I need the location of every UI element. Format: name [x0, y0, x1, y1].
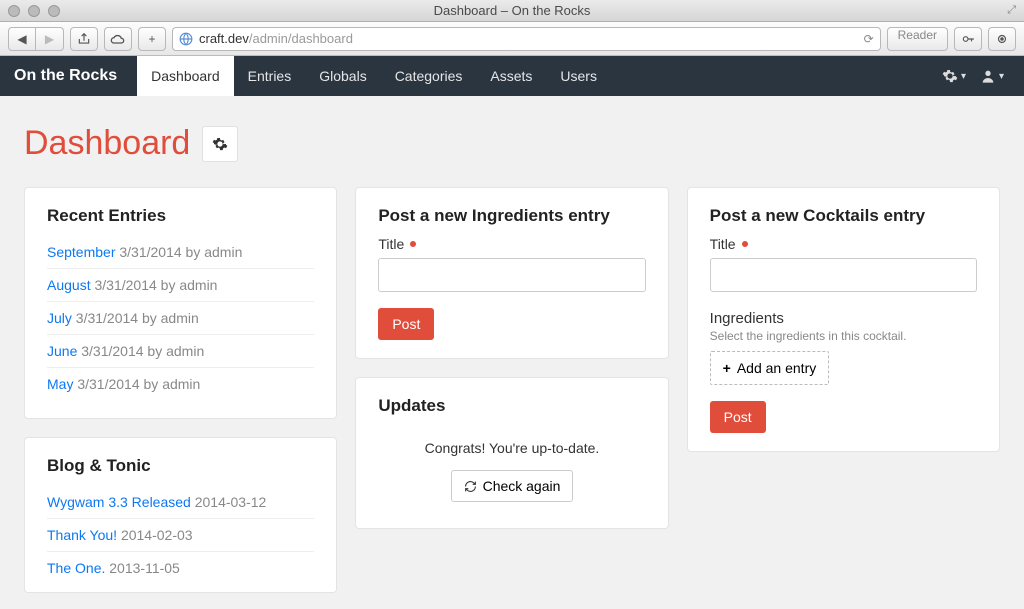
nav-tabs: Dashboard Entries Globals Categories Ass… [137, 56, 611, 96]
nav-tab-entries[interactable]: Entries [234, 56, 306, 96]
blog-link[interactable]: The One. [47, 560, 105, 576]
minimize-window-button[interactable] [28, 5, 40, 17]
ingredients-heading: Post a new Ingredients entry [378, 206, 645, 226]
ingredients-post-button[interactable]: Post [378, 308, 434, 340]
reader-button[interactable]: Reader [887, 27, 948, 51]
url-path: /admin/dashboard [249, 31, 353, 46]
cocktails-title-input[interactable] [710, 258, 977, 292]
required-indicator-icon [742, 241, 748, 247]
updates-message: Congrats! You're up-to-date. [378, 440, 645, 456]
browser-toolbar: ◀ ▶ + craft.dev/admin/dashboard ⟳ Reader [0, 22, 1024, 56]
entry-meta: 3/31/2014 by admin [77, 376, 200, 392]
fullscreen-icon[interactable]: ⤢ [1007, 4, 1016, 17]
blog-meta: 2013-11-05 [109, 560, 180, 576]
forward-button[interactable]: ▶ [36, 27, 64, 51]
list-item: August 3/31/2014 by admin [47, 268, 314, 301]
list-item: May 3/31/2014 by admin [47, 367, 314, 400]
entry-link[interactable]: June [47, 343, 77, 359]
list-item: June 3/31/2014 by admin [47, 334, 314, 367]
mac-window-chrome: Dashboard – On the Rocks ⤢ [0, 0, 1024, 22]
dashboard-grid: Recent Entries September 3/31/2014 by ad… [0, 171, 1024, 609]
close-window-button[interactable] [8, 5, 20, 17]
url-bar[interactable]: craft.dev/admin/dashboard ⟳ [172, 27, 881, 51]
blog-tonic-heading: Blog & Tonic [47, 456, 314, 476]
traffic-lights [8, 5, 60, 17]
zoom-window-button[interactable] [48, 5, 60, 17]
brand[interactable]: On the Rocks [14, 67, 117, 85]
dashboard-settings-button[interactable] [202, 126, 238, 162]
list-item: July 3/31/2014 by admin [47, 301, 314, 334]
entry-link[interactable]: September [47, 244, 115, 260]
back-button[interactable]: ◀ [8, 27, 36, 51]
updates-heading: Updates [378, 396, 645, 416]
check-again-button[interactable]: Check again [451, 470, 574, 502]
cocktails-ingredients-label: Ingredients [710, 310, 977, 327]
list-item: September 3/31/2014 by admin [47, 236, 314, 268]
entry-meta: 3/31/2014 by admin [81, 343, 204, 359]
entry-meta: 3/31/2014 by admin [76, 310, 199, 326]
recent-entries-heading: Recent Entries [47, 206, 314, 226]
share-icon[interactable] [70, 27, 98, 51]
url-host: craft.dev [199, 31, 249, 46]
cocktails-post-button[interactable]: Post [710, 401, 766, 433]
user-menu-button[interactable]: ▾ [980, 68, 1004, 84]
cloud-icon[interactable] [104, 27, 132, 51]
refresh-icon [464, 480, 477, 493]
blog-meta: 2014-02-03 [121, 527, 193, 543]
blog-link[interactable]: Wygwam 3.3 Released [47, 494, 191, 510]
nav-tab-categories[interactable]: Categories [381, 56, 477, 96]
globe-icon [179, 32, 193, 46]
cocktails-heading: Post a new Cocktails entry [710, 206, 977, 226]
list-item: Wygwam 3.3 Released 2014-03-12 [47, 486, 314, 518]
gear-icon [212, 136, 228, 152]
cocktails-form-panel: Post a new Cocktails entry Title Ingredi… [687, 187, 1000, 452]
updates-panel: Updates Congrats! You're up-to-date. Che… [355, 377, 668, 529]
ingredients-form-panel: Post a new Ingredients entry Title Post [355, 187, 668, 359]
window-title: Dashboard – On the Rocks [434, 3, 591, 18]
required-indicator-icon [410, 241, 416, 247]
cocktails-title-label: Title [710, 236, 977, 252]
entry-link[interactable]: July [47, 310, 72, 326]
nav-tab-dashboard[interactable]: Dashboard [137, 56, 234, 96]
entry-link[interactable]: May [47, 376, 73, 392]
refresh-icon[interactable]: ⟳ [864, 32, 874, 46]
entry-meta: 3/31/2014 by admin [94, 277, 217, 293]
nav-tab-users[interactable]: Users [546, 56, 611, 96]
password-icon[interactable] [954, 27, 982, 51]
nav-tab-globals[interactable]: Globals [305, 56, 380, 96]
blog-link[interactable]: Thank You! [47, 527, 117, 543]
add-tab-button[interactable]: + [138, 27, 166, 51]
entry-link[interactable]: August [47, 277, 91, 293]
settings-icon[interactable] [988, 27, 1016, 51]
nav-tab-assets[interactable]: Assets [476, 56, 546, 96]
ingredients-title-input[interactable] [378, 258, 645, 292]
blog-meta: 2014-03-12 [195, 494, 267, 510]
add-entry-button[interactable]: + Add an entry [710, 351, 830, 385]
plus-icon: + [723, 360, 731, 376]
entry-meta: 3/31/2014 by admin [119, 244, 242, 260]
recent-entries-panel: Recent Entries September 3/31/2014 by ad… [24, 187, 337, 419]
system-settings-button[interactable]: ▾ [942, 68, 966, 84]
list-item: Thank You! 2014-02-03 [47, 518, 314, 551]
list-item: The One. 2013-11-05 [47, 551, 314, 584]
page-title: Dashboard [24, 124, 190, 163]
app-nav: On the Rocks Dashboard Entries Globals C… [0, 56, 1024, 96]
ingredients-title-label: Title [378, 236, 645, 252]
cocktails-ingredients-help: Select the ingredients in this cocktail. [710, 329, 977, 343]
page-header: Dashboard [0, 96, 1024, 171]
